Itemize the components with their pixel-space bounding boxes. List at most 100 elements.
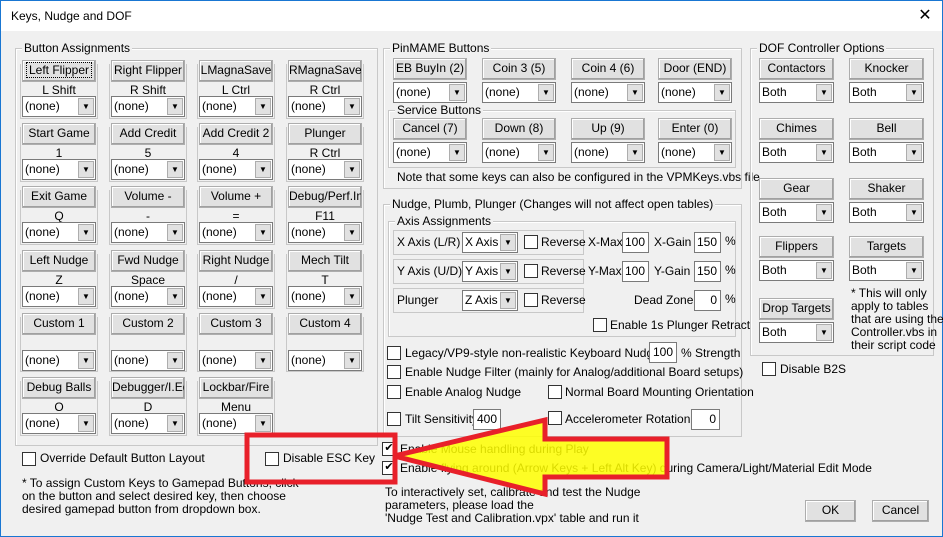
- chevron-down-icon[interactable]: ▼: [344, 98, 360, 115]
- gamepad-dropdown[interactable]: (none) ▼: [111, 413, 185, 434]
- chevron-down-icon[interactable]: ▼: [714, 144, 730, 161]
- pinmame-button[interactable]: EB BuyIn (2): [393, 58, 467, 80]
- assign-button[interactable]: Debugger/I.Edit: [111, 377, 185, 399]
- gamepad-dropdown[interactable]: (none) ▼: [22, 159, 96, 180]
- ok-button[interactable]: OK: [805, 500, 856, 522]
- dof-dropdown[interactable]: Both ▼: [849, 142, 924, 163]
- dof-button[interactable]: Targets: [849, 236, 924, 258]
- dof-button[interactable]: Shaker: [849, 178, 924, 200]
- chevron-down-icon[interactable]: ▼: [714, 84, 730, 101]
- chevron-down-icon[interactable]: ▼: [255, 224, 271, 241]
- pinmame-dropdown[interactable]: (none) ▼: [658, 82, 732, 103]
- dof-button[interactable]: Drop Targets: [759, 298, 834, 320]
- chevron-down-icon[interactable]: ▼: [167, 352, 183, 369]
- dof-dropdown[interactable]: Both ▼: [849, 260, 924, 281]
- chevron-down-icon[interactable]: ▼: [449, 84, 465, 101]
- assign-button[interactable]: Mech Tilt: [288, 250, 362, 272]
- chevron-down-icon[interactable]: ▼: [906, 262, 922, 279]
- chevron-down-icon[interactable]: ▼: [538, 144, 554, 161]
- chevron-down-icon[interactable]: ▼: [255, 288, 271, 305]
- gamepad-dropdown[interactable]: (none) ▼: [22, 286, 96, 307]
- service-dropdown[interactable]: (none) ▼: [658, 142, 732, 163]
- gain-input[interactable]: 0: [694, 290, 721, 311]
- pinmame-dropdown[interactable]: (none) ▼: [393, 82, 467, 103]
- assign-button[interactable]: Exit Game: [22, 186, 96, 208]
- chevron-down-icon[interactable]: ▼: [344, 224, 360, 241]
- dof-dropdown[interactable]: Both ▼: [849, 82, 924, 103]
- analog-nudge-checkbox[interactable]: [387, 385, 401, 399]
- override-layout-checkbox[interactable]: [22, 452, 36, 466]
- chevron-down-icon[interactable]: ▼: [344, 161, 360, 178]
- service-dropdown[interactable]: (none) ▼: [571, 142, 645, 163]
- assign-button[interactable]: Debug/Perf.Info: [288, 186, 362, 208]
- chevron-down-icon[interactable]: ▼: [167, 224, 183, 241]
- assign-button[interactable]: Add Credit: [111, 123, 185, 145]
- assign-button[interactable]: LMagnaSave: [199, 60, 273, 82]
- chevron-down-icon[interactable]: ▼: [500, 292, 516, 309]
- gamepad-dropdown[interactable]: (none) ▼: [199, 286, 273, 307]
- chevron-down-icon[interactable]: ▼: [500, 263, 516, 280]
- assign-button[interactable]: Start Game: [22, 123, 96, 145]
- gamepad-dropdown[interactable]: (none) ▼: [288, 350, 362, 371]
- nudge-filter-checkbox[interactable]: [387, 365, 401, 379]
- gamepad-dropdown[interactable]: (none) ▼: [199, 350, 273, 371]
- dof-button[interactable]: Gear: [759, 178, 834, 200]
- chevron-down-icon[interactable]: ▼: [627, 144, 643, 161]
- dof-dropdown[interactable]: Both ▼: [849, 202, 924, 223]
- assign-button[interactable]: Plunger: [288, 123, 362, 145]
- service-dropdown[interactable]: (none) ▼: [482, 142, 556, 163]
- gamepad-dropdown[interactable]: (none) ▼: [199, 413, 273, 434]
- axis-dropdown[interactable]: Y Axis ▼: [462, 261, 518, 282]
- chevron-down-icon[interactable]: ▼: [627, 84, 643, 101]
- disable-esc-checkbox[interactable]: [265, 452, 279, 466]
- max-input[interactable]: 100: [622, 261, 649, 282]
- chevron-down-icon[interactable]: ▼: [500, 234, 516, 251]
- gamepad-dropdown[interactable]: (none) ▼: [288, 96, 362, 117]
- mouse-handling-checkbox[interactable]: ✔: [382, 442, 396, 456]
- service-button[interactable]: Up (9): [571, 118, 645, 140]
- chevron-down-icon[interactable]: ▼: [78, 224, 94, 241]
- dof-button[interactable]: Knocker: [849, 58, 924, 80]
- gamepad-dropdown[interactable]: (none) ▼: [111, 286, 185, 307]
- service-button[interactable]: Down (8): [482, 118, 556, 140]
- assign-button[interactable]: Add Credit 2: [199, 123, 273, 145]
- plunger-retract-checkbox[interactable]: [593, 318, 607, 332]
- chevron-down-icon[interactable]: ▼: [78, 98, 94, 115]
- assign-button[interactable]: Fwd Nudge: [111, 250, 185, 272]
- chevron-down-icon[interactable]: ▼: [78, 288, 94, 305]
- gamepad-dropdown[interactable]: (none) ▼: [22, 413, 96, 434]
- flying-checkbox[interactable]: ✔: [382, 461, 396, 475]
- gain-input[interactable]: 150: [694, 261, 721, 282]
- chevron-down-icon[interactable]: ▼: [344, 288, 360, 305]
- assign-button[interactable]: Custom 2: [111, 313, 185, 335]
- gamepad-dropdown[interactable]: (none) ▼: [111, 96, 185, 117]
- accelerometer-input[interactable]: 0: [691, 409, 720, 430]
- chevron-down-icon[interactable]: ▼: [906, 84, 922, 101]
- dof-dropdown[interactable]: Both ▼: [759, 322, 834, 343]
- gamepad-dropdown[interactable]: (none) ▼: [288, 222, 362, 243]
- assign-button[interactable]: Volume -: [111, 186, 185, 208]
- gamepad-dropdown[interactable]: (none) ▼: [288, 159, 362, 180]
- chevron-down-icon[interactable]: ▼: [816, 204, 832, 221]
- assign-button[interactable]: Volume +: [199, 186, 273, 208]
- gamepad-dropdown[interactable]: (none) ▼: [22, 96, 96, 117]
- gamepad-dropdown[interactable]: (none) ▼: [111, 159, 185, 180]
- normal-mount-checkbox[interactable]: [548, 385, 562, 399]
- gamepad-dropdown[interactable]: (none) ▼: [111, 222, 185, 243]
- pinmame-button[interactable]: Coin 4 (6): [571, 58, 645, 80]
- pinmame-button[interactable]: Coin 3 (5): [482, 58, 556, 80]
- pinmame-dropdown[interactable]: (none) ▼: [571, 82, 645, 103]
- service-button[interactable]: Cancel (7): [393, 118, 467, 140]
- chevron-down-icon[interactable]: ▼: [167, 98, 183, 115]
- gamepad-dropdown[interactable]: (none) ▼: [22, 222, 96, 243]
- gamepad-dropdown[interactable]: (none) ▼: [22, 350, 96, 371]
- dof-dropdown[interactable]: Both ▼: [759, 82, 834, 103]
- chevron-down-icon[interactable]: ▼: [816, 144, 832, 161]
- service-dropdown[interactable]: (none) ▼: [393, 142, 467, 163]
- axis-dropdown[interactable]: Z Axis ▼: [462, 290, 518, 311]
- dof-dropdown[interactable]: Both ▼: [759, 142, 834, 163]
- assign-button[interactable]: Custom 3: [199, 313, 273, 335]
- service-button[interactable]: Enter (0): [658, 118, 732, 140]
- strength-input[interactable]: 100: [649, 342, 677, 363]
- chevron-down-icon[interactable]: ▼: [906, 204, 922, 221]
